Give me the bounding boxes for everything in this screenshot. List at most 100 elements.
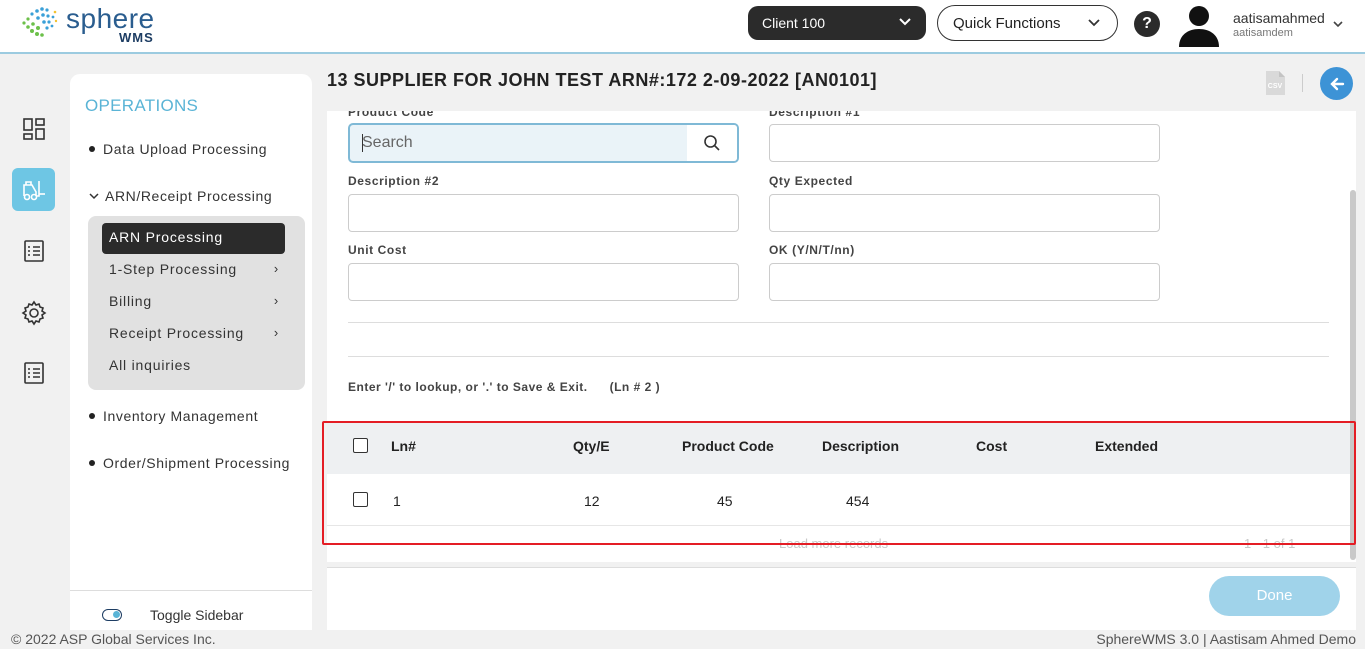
- page-title: 13 SUPPLIER FOR JOHN TEST ARN#:172 2-09-…: [327, 70, 878, 90]
- rail-inquiries[interactable]: [12, 351, 55, 394]
- user-avatar[interactable]: [1176, 1, 1222, 47]
- product-code-label: Product Code: [348, 111, 434, 119]
- operations-sidebar: OPERATIONS Data Upload Processing ARN/Re…: [70, 74, 312, 630]
- checklist-icon: [23, 239, 44, 262]
- help-icon[interactable]: ?: [1134, 11, 1160, 37]
- chevron-right-icon: ›: [273, 261, 279, 276]
- back-button[interactable]: [1320, 67, 1353, 100]
- toggle-switch-icon[interactable]: [102, 609, 122, 621]
- load-more-link[interactable]: Load more records: [779, 536, 888, 551]
- logo-subtitle: WMS: [119, 30, 154, 45]
- csv-export-icon[interactable]: CSV: [1264, 70, 1286, 96]
- submenu-label: All inquiries: [109, 357, 191, 373]
- sidebar-item-inventory[interactable]: Inventory Management: [89, 408, 258, 424]
- rail-dashboard[interactable]: [12, 107, 55, 150]
- action-bar: [327, 567, 1356, 630]
- chevron-right-icon: ›: [273, 293, 279, 308]
- sidebar-item-label: ARN/Receipt Processing: [105, 188, 273, 204]
- col-ln[interactable]: Ln#: [391, 438, 416, 454]
- sidebar-item-arn-receipt[interactable]: ARN/Receipt Processing: [89, 188, 272, 204]
- submenu-billing[interactable]: Billing ›: [109, 293, 279, 309]
- description1-field[interactable]: [769, 124, 1160, 162]
- hint-text: Enter '/' to lookup, or '.' to Save & Ex…: [348, 380, 588, 394]
- dashboard-icon: [22, 117, 45, 140]
- table-row[interactable]: 1 12 45 454: [327, 474, 1356, 526]
- sidebar-item-data-upload[interactable]: Data Upload Processing: [89, 141, 267, 157]
- sidebar-item-label: Data Upload Processing: [103, 141, 268, 157]
- sidebar-divider: [70, 590, 312, 591]
- qty-expected-label: Qty Expected: [769, 174, 853, 188]
- arn-submenu: ARN Processing 1-Step Processing › Billi…: [88, 216, 305, 390]
- row-checkbox[interactable]: [353, 492, 368, 507]
- cell-qty: 12: [584, 493, 600, 509]
- user-menu-chevron-icon[interactable]: [1332, 18, 1344, 30]
- client-select-value: Client 100: [762, 15, 826, 31]
- sphere-wms-logo[interactable]: sphere WMS: [18, 3, 168, 47]
- description2-label: Description #2: [348, 174, 440, 188]
- content-scrollbar[interactable]: [1350, 190, 1356, 560]
- globe-logo-icon: [22, 7, 58, 37]
- rail-operations[interactable]: [12, 168, 55, 211]
- ok-field[interactable]: [769, 263, 1160, 301]
- search-button[interactable]: [687, 125, 737, 161]
- arn-entry-panel: Product Code Description #1 Description …: [327, 111, 1356, 562]
- user-subname: aatisamdem: [1233, 27, 1293, 39]
- sidebar-item-label: Order/Shipment Processing: [103, 455, 290, 471]
- submenu-label: ARN Processing: [109, 229, 223, 245]
- col-extended[interactable]: Extended: [1095, 438, 1158, 454]
- sidebar-title: OPERATIONS: [85, 96, 199, 115]
- col-cost[interactable]: Cost: [976, 438, 1007, 454]
- col-description[interactable]: Description: [822, 438, 899, 454]
- top-header: sphere WMS Client 100 Quick Functions ? …: [0, 0, 1365, 54]
- product-code-search[interactable]: [348, 123, 739, 163]
- pagination-info: 1 - 1 of 1: [1244, 536, 1296, 551]
- chevron-down-icon: [1088, 19, 1100, 27]
- submenu-label: 1-Step Processing: [109, 261, 237, 277]
- bullet-icon: [89, 413, 95, 420]
- submenu-label: Receipt Processing: [109, 325, 245, 341]
- submenu-1-step-processing[interactable]: 1-Step Processing ›: [109, 261, 279, 277]
- chevron-down-icon: [89, 193, 99, 200]
- title-divider: [1302, 74, 1303, 92]
- version-info: SphereWMS 3.0 | Aastisam Ahmed Demo: [1096, 631, 1356, 647]
- csv-icon-label: CSV: [1268, 83, 1283, 90]
- keyboard-hint: Enter '/' to lookup, or '.' to Save & Ex…: [348, 380, 660, 394]
- description2-field[interactable]: [348, 194, 739, 232]
- done-button[interactable]: Done: [1209, 576, 1340, 616]
- quick-functions-select[interactable]: Quick Functions: [937, 5, 1118, 41]
- text-caret: [362, 134, 363, 152]
- forklift-icon: [22, 180, 45, 200]
- line-number: (Ln # 2 ): [609, 380, 661, 394]
- checklist-icon: [23, 361, 44, 384]
- rail-reports[interactable]: [12, 229, 55, 272]
- select-all-checkbox[interactable]: [353, 438, 368, 453]
- gear-icon: [21, 300, 46, 325]
- col-qty[interactable]: Qty/E: [573, 438, 610, 454]
- col-product-code[interactable]: Product Code: [682, 438, 774, 454]
- submenu-receipt-processing[interactable]: Receipt Processing ›: [109, 325, 279, 341]
- separator: [348, 322, 1329, 323]
- unit-cost-field[interactable]: [348, 263, 739, 301]
- submenu-arn-processing[interactable]: ARN Processing: [102, 223, 285, 254]
- cell-ln: 1: [393, 493, 401, 509]
- toggle-sidebar-label: Toggle Sidebar: [150, 607, 244, 623]
- chevron-down-icon: [899, 18, 911, 26]
- chevron-right-icon: ›: [273, 325, 279, 340]
- bullet-icon: [89, 146, 95, 153]
- separator: [348, 356, 1329, 357]
- table-header: Ln# Qty/E Product Code Description Cost …: [327, 422, 1356, 474]
- description1-label: Description #1: [769, 111, 861, 119]
- qty-expected-field[interactable]: [769, 194, 1160, 232]
- quick-functions-label: Quick Functions: [953, 15, 1061, 32]
- search-input[interactable]: [350, 125, 688, 161]
- arrow-left-icon: [1329, 77, 1344, 90]
- bullet-icon: [89, 460, 95, 467]
- cell-description: 454: [846, 493, 870, 509]
- submenu-all-inquiries[interactable]: All inquiries: [109, 357, 279, 373]
- sidebar-item-order-shipment[interactable]: Order/Shipment Processing: [89, 455, 290, 471]
- user-name[interactable]: aatisamahmed: [1233, 10, 1325, 26]
- client-select[interactable]: Client 100: [748, 6, 926, 40]
- unit-cost-label: Unit Cost: [348, 243, 407, 257]
- sidebar-item-label: Inventory Management: [103, 408, 259, 424]
- rail-settings[interactable]: [12, 291, 55, 334]
